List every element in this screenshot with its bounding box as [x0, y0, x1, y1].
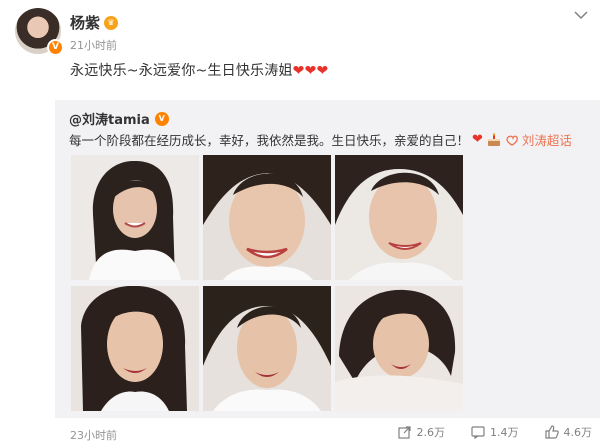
heart-emoji: ❤ — [316, 63, 329, 79]
share-count: 2.6万 — [416, 426, 446, 439]
like-button[interactable]: 4.6万 — [544, 424, 593, 440]
verified-badge-icon: V — [47, 39, 64, 56]
photo-thumbnail[interactable] — [71, 155, 199, 280]
photo-thumbnail[interactable] — [71, 286, 199, 411]
verified-badge-icon: V — [154, 111, 169, 126]
photo-thumbnail[interactable] — [335, 286, 463, 411]
repost-author-row: @刘涛tamia V — [69, 109, 169, 128]
comment-count: 1.4万 — [490, 426, 519, 439]
heart-emoji: ❤ — [472, 132, 483, 147]
thumbs-up-icon — [544, 425, 559, 439]
repost-card[interactable]: @刘涛tamia V 每一个阶段都在经历成长，幸好，我依然是我。生日快乐，亲爱的… — [55, 100, 600, 418]
avatar[interactable]: V — [15, 8, 64, 56]
photo-thumbnail[interactable] — [203, 286, 331, 411]
weibo-post: V 杨紫 ♛ 21小时前 永远快乐~永远爱你~生日快乐涛姐❤❤❤ @刘涛tami… — [0, 0, 600, 447]
vip-crown-icon[interactable]: ♛ — [104, 15, 119, 30]
super-topic-link[interactable]: 刘涛超话 — [522, 130, 572, 149]
user-name[interactable]: 杨紫 — [70, 12, 100, 33]
chevron-down-icon[interactable] — [574, 10, 588, 20]
repost-author[interactable]: @刘涛tamia — [69, 109, 150, 128]
heart-emoji: ❤ — [304, 63, 317, 79]
post-text-content: 永远快乐~永远爱你~生日快乐涛姐 — [70, 63, 293, 79]
user-name-row: 杨紫 ♛ — [70, 12, 119, 33]
post-text: 永远快乐~永远爱你~生日快乐涛姐❤❤❤ — [70, 60, 328, 80]
heart-emoji: ❤ — [292, 63, 305, 79]
comment-button[interactable]: 1.4万 — [471, 424, 519, 440]
repost-text-content: 每一个阶段都在经历成长，幸好，我依然是我。生日快乐，亲爱的自己！ — [69, 133, 470, 148]
photo-thumbnail[interactable] — [203, 155, 331, 280]
cake-icon — [486, 132, 502, 147]
share-button[interactable]: 2.6万 — [397, 424, 446, 440]
share-icon — [397, 425, 412, 439]
super-topic-icon[interactable] — [505, 134, 519, 146]
post-time[interactable]: 21小时前 — [70, 37, 117, 53]
comment-icon — [471, 425, 485, 439]
photo-thumbnail[interactable] — [335, 155, 463, 280]
like-count: 4.6万 — [563, 426, 593, 439]
repost-text: 每一个阶段都在经历成长，幸好，我依然是我。生日快乐，亲爱的自己！ ❤ 刘涛超话 — [69, 130, 572, 149]
footer-time[interactable]: 23小时前 — [70, 427, 117, 443]
action-bar: 2.6万 1.4万 4.6万 — [372, 424, 600, 440]
